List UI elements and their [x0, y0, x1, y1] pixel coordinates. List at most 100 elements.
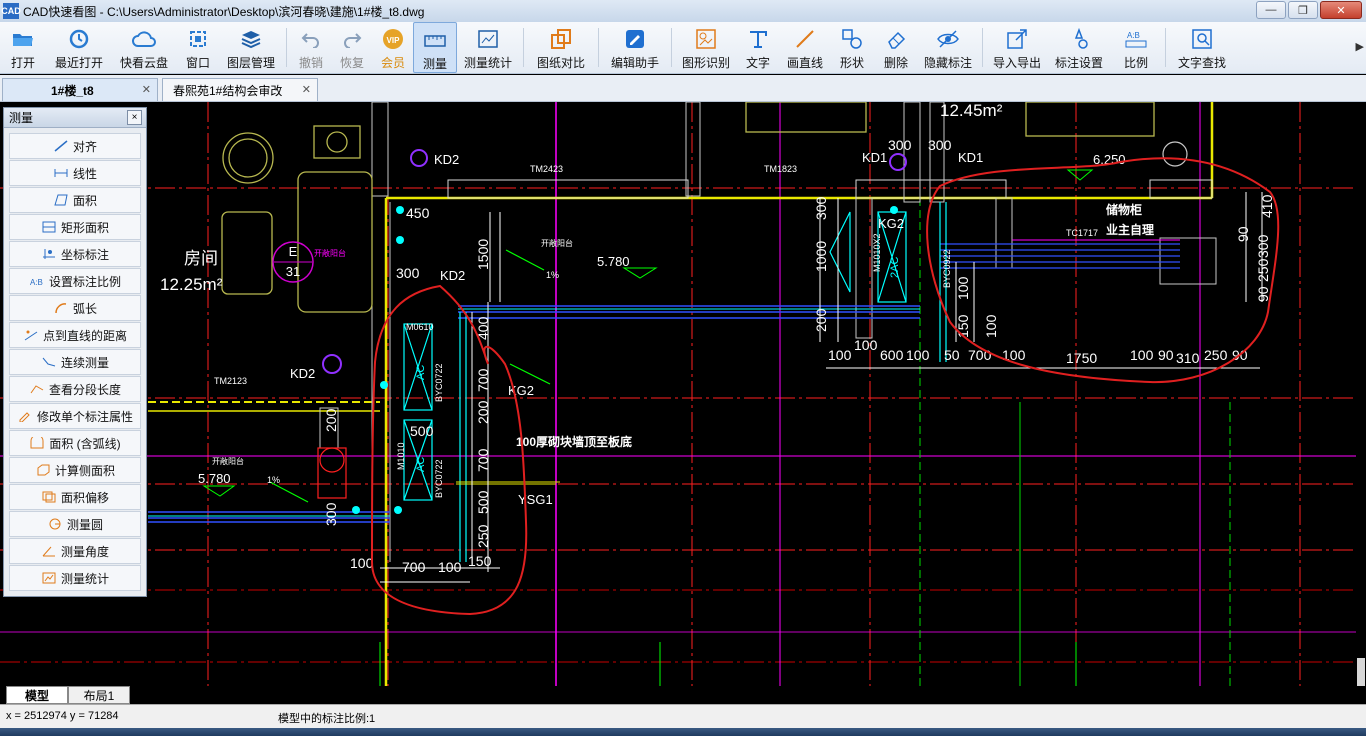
- svg-text:KD2: KD2: [440, 268, 465, 283]
- measure-continuous-button[interactable]: 连续测量: [9, 349, 141, 375]
- recent-button[interactable]: 最近打开: [46, 22, 112, 73]
- measure-panel: 测量 × 对齐 线性 面积 矩形面积 坐标标注 A:B 设置标注比例 弧长 点到直…: [3, 107, 147, 597]
- coordinate-icon: [41, 247, 57, 261]
- measure-linear-button[interactable]: 线性: [9, 160, 141, 186]
- measure-area-offset-button[interactable]: 面积偏移: [9, 484, 141, 510]
- point-line-distance-icon: [23, 328, 39, 342]
- undo-button[interactable]: 撤销: [291, 22, 331, 73]
- measure-arc-area-button[interactable]: 面积 (含弧线): [9, 430, 141, 456]
- svg-text:KD1: KD1: [958, 150, 983, 165]
- edit-assistant-button[interactable]: 编辑助手: [603, 22, 667, 73]
- align-measure-icon: [53, 139, 69, 153]
- toolbar-separator: [1165, 28, 1166, 67]
- arc-area-icon: [29, 436, 45, 450]
- os-taskbar: [0, 728, 1366, 736]
- layers-button[interactable]: 图层管理: [220, 22, 282, 73]
- toolbar-separator: [523, 28, 524, 67]
- measure-segment-length-button[interactable]: 查看分段长度: [9, 376, 141, 402]
- measure-stats-item-button[interactable]: 测量统计: [9, 565, 141, 591]
- svg-text:M1010X2: M1010X2: [872, 233, 882, 272]
- svg-text:M0610: M0610: [406, 322, 434, 332]
- delete-button[interactable]: 删除: [874, 22, 918, 73]
- tab-layout1[interactable]: 布局1: [68, 686, 130, 704]
- import-export-icon: [1005, 27, 1029, 51]
- svg-text:500: 500: [475, 490, 491, 514]
- svg-text:12.25m²: 12.25m²: [160, 275, 223, 294]
- shape-icon: [840, 27, 864, 51]
- compare-icon: [549, 27, 573, 51]
- text-button[interactable]: 文字: [736, 22, 780, 73]
- compare-button[interactable]: 图纸对比: [528, 22, 594, 73]
- measure-circle-button[interactable]: 测量圆: [9, 511, 141, 537]
- tab-close-icon[interactable]: ✕: [142, 83, 151, 96]
- svg-text:TM2123: TM2123: [214, 376, 247, 386]
- import-export-button[interactable]: 导入导出: [987, 22, 1047, 73]
- window-icon: [186, 27, 210, 51]
- measure-align-button[interactable]: 对齐: [9, 133, 141, 159]
- measure-stats-button[interactable]: 测量统计: [457, 22, 519, 73]
- measure-angle-button[interactable]: 测量角度: [9, 538, 141, 564]
- window-title: CAD快速看图 - C:\Users\Administrator\Desktop…: [23, 4, 425, 19]
- annotation-settings-icon: [1067, 27, 1091, 51]
- draw-line-button[interactable]: 画直线: [780, 22, 830, 73]
- vip-button[interactable]: VIP 会员: [373, 22, 413, 73]
- svg-text:90: 90: [1235, 226, 1251, 242]
- svg-text:1750: 1750: [1066, 350, 1097, 366]
- vertical-scrollbar[interactable]: [1356, 102, 1366, 722]
- cloud-icon: [132, 27, 156, 51]
- measure-area-button[interactable]: 面积: [9, 187, 141, 213]
- svg-text:KD2: KD2: [290, 366, 315, 381]
- tab-close-icon[interactable]: ✕: [302, 83, 311, 96]
- svg-text:300: 300: [928, 137, 952, 153]
- rect-area-icon: [41, 220, 57, 234]
- shape-button[interactable]: 形状: [830, 22, 874, 73]
- hide-annotation-button[interactable]: 隐藏标注: [918, 22, 978, 73]
- redo-button[interactable]: 恢复: [331, 22, 373, 73]
- svg-text:TM1823: TM1823: [764, 164, 797, 174]
- svg-text:150: 150: [468, 553, 492, 569]
- cloud-button[interactable]: 快看云盘: [112, 22, 176, 73]
- measure-point-line-button[interactable]: 点到直线的距离: [9, 322, 141, 348]
- redo-icon: [340, 27, 364, 51]
- measure-side-area-button[interactable]: 计算侧面积: [9, 457, 141, 483]
- svg-text:YSG1: YSG1: [518, 492, 553, 507]
- toolbar-separator: [598, 28, 599, 67]
- tab-model[interactable]: 模型: [6, 686, 68, 704]
- svg-text:300: 300: [323, 502, 339, 526]
- tab-1-lou-t8[interactable]: 1#楼_t8 ✕: [2, 78, 158, 101]
- document-tab-bar: 1#楼_t8 ✕ 春熙苑1#结构会审改 ✕: [0, 75, 1366, 102]
- svg-text:BYC0722: BYC0722: [434, 459, 444, 498]
- continuous-measure-icon: [41, 355, 57, 369]
- toolbar-more-button[interactable]: ▶: [1356, 40, 1364, 53]
- layout-tab-bar: 模型 布局1: [0, 686, 1366, 704]
- segment-length-icon: [29, 382, 45, 396]
- open-button[interactable]: 打开: [0, 22, 46, 73]
- text-search-button[interactable]: 文字查找: [1170, 22, 1234, 73]
- axis-label-31: 31: [286, 264, 300, 279]
- measure-arc-length-button[interactable]: 弧长: [9, 295, 141, 321]
- measure-rect-area-button[interactable]: 矩形面积: [9, 214, 141, 240]
- svg-text:250: 250: [1204, 347, 1228, 363]
- measure-button[interactable]: 测量: [413, 22, 457, 73]
- measure-edit-annotation-button[interactable]: 修改单个标注属性: [9, 403, 141, 429]
- svg-text:1%: 1%: [546, 270, 559, 280]
- svg-text:开敞阳台: 开敞阳台: [212, 456, 244, 466]
- svg-text:310: 310: [1176, 350, 1200, 366]
- tab-chunxiyuan[interactable]: 春熙苑1#结构会审改 ✕: [162, 78, 318, 101]
- annotation-settings-button[interactable]: 标注设置: [1047, 22, 1111, 73]
- minimize-button[interactable]: —: [1256, 1, 1286, 19]
- svg-text:700: 700: [968, 347, 992, 363]
- measure-stats-icon: [476, 27, 500, 51]
- window-button[interactable]: 窗口: [176, 22, 220, 73]
- scale-button[interactable]: A:B 比例: [1111, 22, 1161, 73]
- angle-measure-icon: [41, 544, 57, 558]
- vip-icon: VIP: [381, 27, 405, 51]
- measure-coordinate-button[interactable]: 坐标标注: [9, 241, 141, 267]
- measure-scale-set-button[interactable]: A:B 设置标注比例: [9, 268, 141, 294]
- shape-recognize-button[interactable]: 图形识别: [676, 22, 736, 73]
- svg-text:KD2: KD2: [434, 152, 459, 167]
- panel-close-button[interactable]: ×: [127, 110, 142, 125]
- drawing-canvas[interactable]: E 31 房间 12.25m² 12.45m² 5.780 5.780 6.25…: [0, 102, 1366, 686]
- close-button[interactable]: ✕: [1320, 1, 1362, 19]
- maximize-button[interactable]: ❐: [1288, 1, 1318, 19]
